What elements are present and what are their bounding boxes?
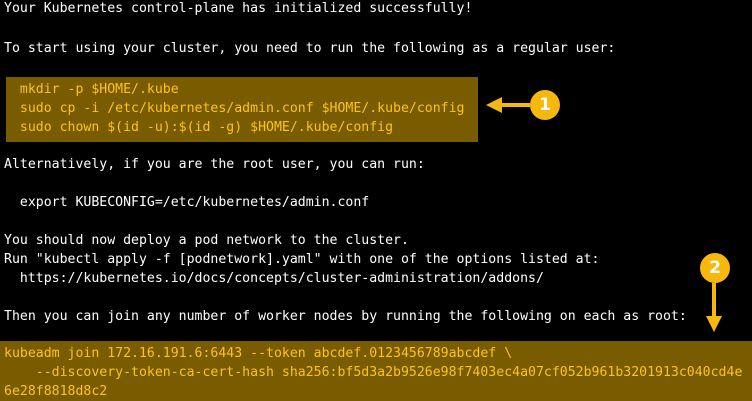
kubectl-apply-instruction-line: Run "kubectl apply -f [podnetwork].yaml"… <box>4 252 600 267</box>
chown-command-line: sudo chown $(id -u):$(id -g) $HOME/.kube… <box>4 120 394 135</box>
hash-continuation-line: 6e28f8818d8c2 <box>4 384 108 399</box>
terminal-window: Your Kubernetes control-plane has initia… <box>0 0 752 401</box>
addons-url-line: https://kubernetes.io/docs/concepts/clus… <box>4 271 544 286</box>
copy-config-command-line: sudo cp -i /etc/kubernetes/admin.conf $H… <box>4 101 465 116</box>
init-success-line: Your Kubernetes control-plane has initia… <box>4 1 473 16</box>
root-user-instruction-line: Alternatively, if you are the root user,… <box>4 157 425 172</box>
join-worker-instruction-line: Then you can join any number of worker n… <box>4 309 687 324</box>
start-cluster-instruction-line: To start using your cluster, you need to… <box>4 41 616 56</box>
callout-badge-1: 1 <box>530 90 560 120</box>
discovery-token-hash-line: --discovery-token-ca-cert-hash sha256:bf… <box>4 365 743 380</box>
export-kubeconfig-line: export KUBECONFIG=/etc/kubernetes/admin.… <box>4 195 370 210</box>
deploy-pod-network-line: You should now deploy a pod network to t… <box>4 233 409 248</box>
kubeadm-join-line: kubeadm join 172.16.191.6:6443 --token a… <box>4 346 513 361</box>
callout-badge-2: 2 <box>700 253 730 283</box>
mkdir-command-line: mkdir -p $HOME/.kube <box>4 82 179 97</box>
